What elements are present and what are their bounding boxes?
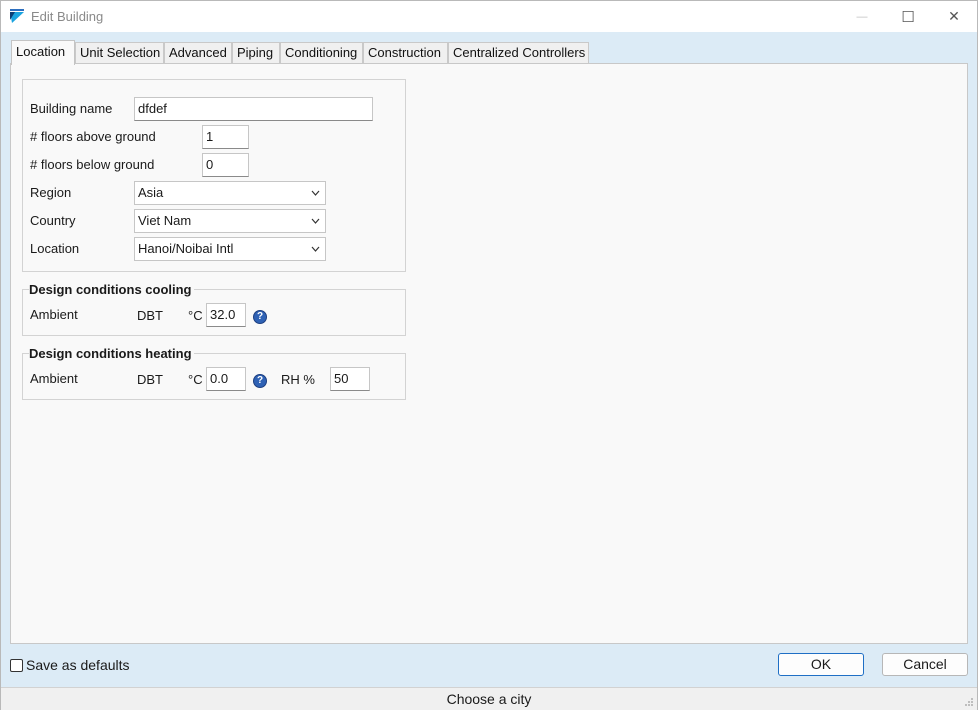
building-location-group: Building name dfdef # floors above groun… — [22, 79, 406, 272]
location-select[interactable]: Hanoi/Noibai Intl — [134, 237, 326, 261]
save-defaults-checkbox[interactable] — [10, 659, 23, 672]
floors-above-label: # floors above ground — [30, 129, 156, 144]
heating-dbt-input[interactable]: 0.0 — [206, 367, 246, 391]
close-icon: ✕ — [948, 8, 960, 24]
location-label: Location — [30, 241, 80, 256]
tab-advanced[interactable]: Advanced — [164, 42, 232, 64]
chevron-down-icon — [311, 218, 320, 224]
ok-button[interactable]: OK — [778, 653, 864, 676]
heating-ambient-label: Ambient — [30, 371, 78, 386]
close-button[interactable]: ✕ — [931, 1, 977, 32]
cooling-dbt-input[interactable]: 32.0 — [206, 303, 246, 327]
floors-above-input[interactable]: 1 — [202, 125, 249, 149]
heating-dbt-label: DBT — [137, 372, 163, 387]
minimize-icon: — — [856, 10, 868, 23]
floors-below-input[interactable]: 0 — [202, 153, 249, 177]
cooling-group-title: Design conditions cooling — [29, 282, 194, 297]
region-select[interactable]: Asia — [134, 181, 326, 205]
minimize-button[interactable]: — — [839, 1, 885, 32]
building-name-input[interactable]: dfdef — [134, 97, 373, 121]
app-logo-icon — [10, 9, 24, 23]
tab-conditioning[interactable]: Conditioning — [280, 42, 363, 64]
window-title: Edit Building — [31, 9, 104, 24]
cancel-button[interactable]: Cancel — [882, 653, 968, 676]
maximize-icon: ☐ — [901, 8, 915, 26]
tab-construction[interactable]: Construction — [363, 42, 448, 64]
status-bar: Choose a city — [1, 687, 977, 710]
help-icon[interactable]: ? — [253, 374, 267, 388]
building-name-label: Building name — [30, 101, 113, 116]
help-icon[interactable]: ? — [253, 310, 267, 324]
heating-unit-label: °C — [188, 372, 203, 387]
cooling-unit-label: °C — [188, 308, 203, 323]
location-value: Hanoi/Noibai Intl — [138, 241, 234, 256]
floors-below-label: # floors below ground — [30, 157, 155, 172]
tab-centralized-controllers[interactable]: Centralized Controllers — [448, 42, 589, 64]
resize-grip-icon[interactable] — [964, 697, 974, 707]
country-value: Viet Nam — [138, 213, 192, 228]
location-panel: Building name dfdef # floors above groun… — [10, 63, 968, 644]
heating-group-title: Design conditions heating — [29, 346, 194, 361]
country-select[interactable]: Viet Nam — [134, 209, 326, 233]
tab-piping[interactable]: Piping — [232, 42, 280, 64]
region-value: Asia — [138, 185, 164, 200]
chevron-down-icon — [311, 246, 320, 252]
region-label: Region — [30, 185, 72, 200]
cooling-ambient-label: Ambient — [30, 307, 78, 322]
status-text: Choose a city — [446, 691, 532, 707]
maximize-button[interactable]: ☐ — [885, 1, 931, 32]
heating-rh-label: RH % — [281, 372, 315, 387]
tab-unit-selection[interactable]: Unit Selection — [75, 42, 164, 64]
tab-location[interactable]: Location — [11, 40, 75, 65]
country-label: Country — [30, 213, 76, 228]
heating-rh-input[interactable]: 50 — [330, 367, 370, 391]
save-defaults-label[interactable]: Save as defaults — [26, 657, 130, 673]
chevron-down-icon — [311, 190, 320, 196]
edit-building-window: Edit Building — ☐ ✕ Location Unit Select… — [0, 0, 978, 710]
cooling-dbt-label: DBT — [137, 308, 163, 323]
title-bar: Edit Building — ☐ ✕ — [1, 1, 977, 32]
